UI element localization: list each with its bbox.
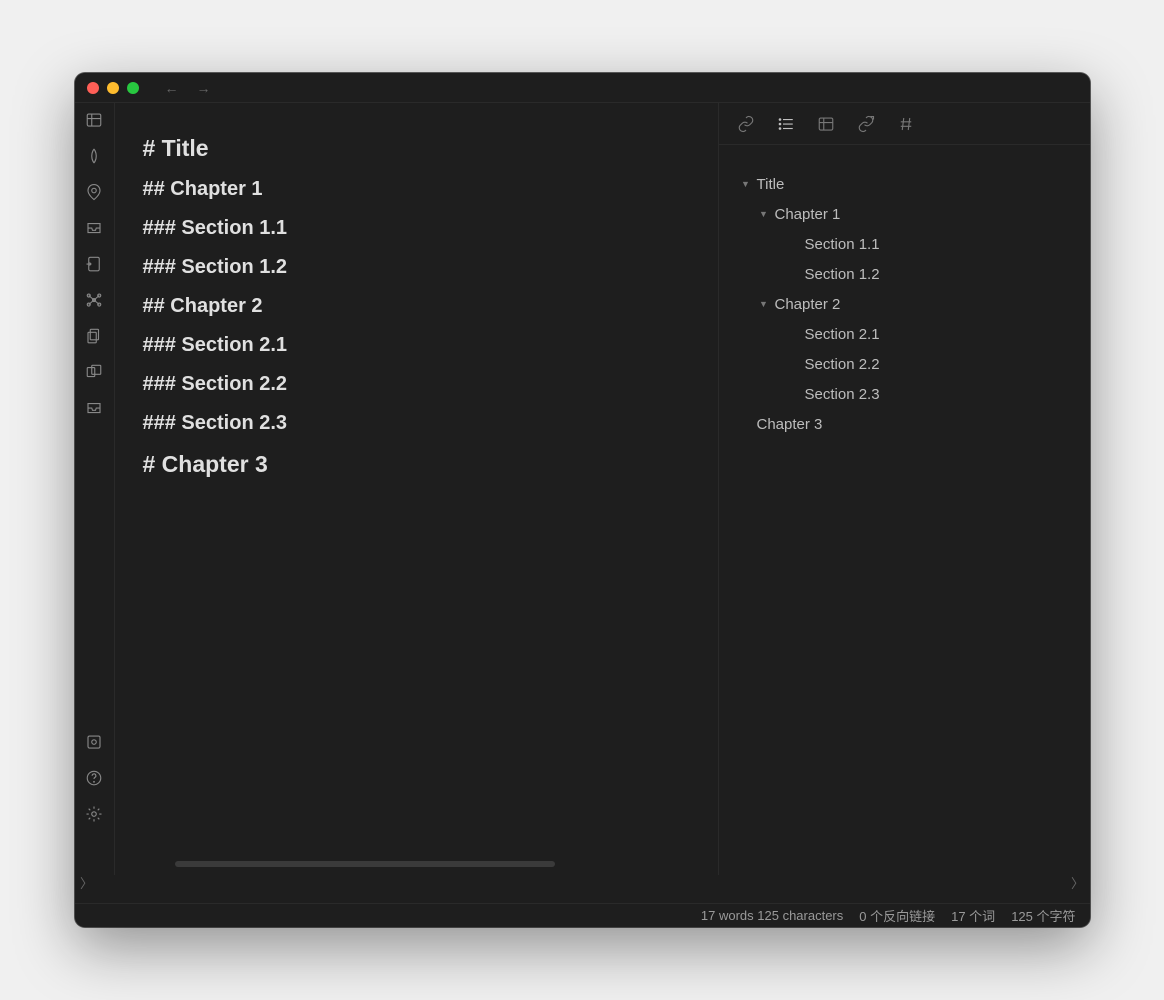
collapse-right-sidebar-button[interactable]: 〉 (1071, 875, 1085, 889)
minimize-window-button[interactable] (107, 82, 119, 94)
insert-template-icon[interactable] (83, 253, 105, 275)
horizontal-scrollbar[interactable] (175, 861, 555, 867)
status-chars-cn[interactable]: 125 个字符 (1011, 906, 1075, 925)
search-icon[interactable] (83, 145, 105, 167)
outline-label: Chapter 2 (775, 296, 841, 313)
status-backlinks[interactable]: 0 个反向链接 (859, 906, 935, 925)
nav-forward-button[interactable]: → (197, 80, 211, 96)
backlinks-tab[interactable] (737, 115, 755, 133)
expand-left-sidebar-button[interactable]: 〉 (80, 875, 94, 889)
outgoing-links-tab[interactable] (857, 115, 875, 133)
files-icon[interactable] (83, 325, 105, 347)
outline-item[interactable]: ▼Section 2.1 (735, 319, 1074, 349)
outline-label: Section 1.1 (805, 236, 880, 253)
location-icon[interactable] (83, 181, 105, 203)
editor-line[interactable]: ### Section 2.3 (143, 410, 690, 437)
outline-label: Title (757, 176, 785, 193)
help-icon[interactable] (83, 767, 105, 789)
editor-line[interactable]: ## Chapter 1 (143, 176, 690, 203)
status-bar: 17 words 125 characters 0 个反向链接 17 个词 12… (75, 903, 1090, 927)
disclosure-icon[interactable]: ▼ (739, 179, 753, 189)
status-words-cn[interactable]: 17 个词 (951, 906, 995, 925)
outline-label: Chapter 3 (757, 416, 823, 433)
table-tab[interactable] (817, 115, 835, 133)
editor-line[interactable]: ### Section 2.1 (143, 332, 690, 359)
vault-icon[interactable] (83, 731, 105, 753)
outline-item[interactable]: ▼ Chapter 2 (735, 289, 1074, 319)
editor-line[interactable]: ## Chapter 2 (143, 293, 690, 320)
editor-pane: # Title ## Chapter 1 ### Section 1.1 ###… (115, 103, 718, 875)
outline-item[interactable]: ▼ Title (735, 169, 1074, 199)
editor-line[interactable]: ### Section 2.2 (143, 371, 690, 398)
outline-item[interactable]: ▼Section 2.3 (735, 379, 1074, 409)
collapse-row: 〉 〉 (75, 875, 1090, 903)
outline-tab[interactable] (777, 115, 795, 133)
nav-back-button[interactable]: ← (165, 80, 179, 96)
outline-panel: ▼Title ▼Chapter 1 ▼Section 1.1 ▼Section … (719, 145, 1090, 875)
status-words-characters[interactable]: 17 words 125 characters (701, 908, 843, 923)
outline-label: Section 2.3 (805, 386, 880, 403)
editor-content[interactable]: # Title ## Chapter 1 ### Section 1.1 ###… (115, 103, 718, 875)
body: # Title ## Chapter 1 ### Section 1.1 ###… (75, 103, 1090, 875)
app-window: ← → (75, 73, 1090, 927)
outline-item[interactable]: ▼Section 1.1 (735, 229, 1074, 259)
archive-icon[interactable] (83, 397, 105, 419)
editor-line[interactable]: # Title (143, 133, 690, 164)
settings-icon[interactable] (83, 803, 105, 825)
outline-label: Section 1.2 (805, 266, 880, 283)
outline-item[interactable]: ▼Section 1.2 (735, 259, 1074, 289)
outline-label: Section 2.1 (805, 326, 880, 343)
right-tabs (719, 103, 1090, 145)
outline-label: Section 2.2 (805, 356, 880, 373)
disclosure-icon[interactable]: ▼ (757, 209, 771, 219)
panes-icon[interactable] (83, 361, 105, 383)
outline-item[interactable]: ▼ Chapter 1 (735, 199, 1074, 229)
tags-tab[interactable] (897, 115, 915, 133)
close-window-button[interactable] (87, 82, 99, 94)
nav-arrows: ← → (165, 80, 211, 96)
editor-line[interactable]: ### Section 1.1 (143, 215, 690, 242)
graph-icon[interactable] (83, 289, 105, 311)
disclosure-icon[interactable]: ▼ (757, 299, 771, 309)
editor-line[interactable]: # Chapter 3 (143, 449, 690, 480)
inbox-icon[interactable] (83, 217, 105, 239)
right-sidebar: ▼Title ▼Chapter 1 ▼Section 1.1 ▼Section … (718, 103, 1090, 875)
outline-label: Chapter 1 (775, 206, 841, 223)
titlebar: ← → (75, 73, 1090, 103)
left-ribbon (75, 103, 115, 875)
traffic-lights (87, 82, 139, 94)
ribbon-bottom (83, 731, 105, 825)
outline-item[interactable]: ▼Section 2.2 (735, 349, 1074, 379)
editor-line[interactable]: ### Section 1.2 (143, 254, 690, 281)
file-explorer-icon[interactable] (83, 109, 105, 131)
outline-item[interactable]: ▼Chapter 3 (735, 409, 1074, 439)
maximize-window-button[interactable] (127, 82, 139, 94)
